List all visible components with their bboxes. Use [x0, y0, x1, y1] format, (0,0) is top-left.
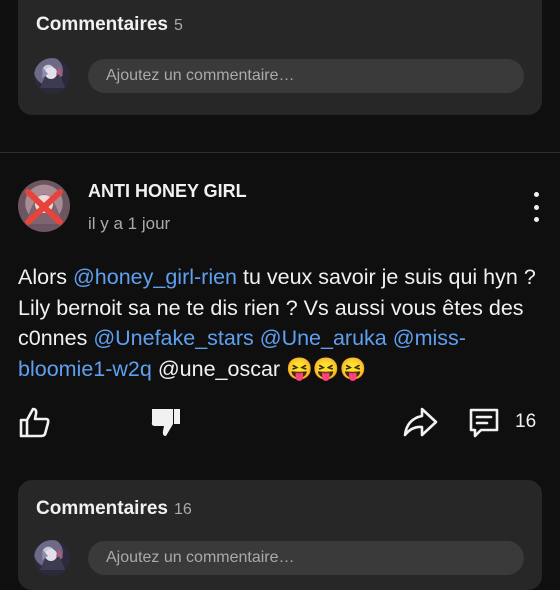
mention-link[interactable]: @Unefake_stars: [93, 326, 253, 350]
comments-card-bottom[interactable]: Commentaires 16 Ajoutez un commentaire…: [18, 480, 542, 590]
thumb-down-icon: [151, 409, 180, 436]
section-divider: [0, 152, 560, 153]
author-avatar[interactable]: [18, 180, 70, 232]
comments-card-top[interactable]: Commentaires 5 Ajoutez un commentaire…: [18, 0, 542, 115]
share-button[interactable]: [402, 405, 438, 439]
comment-icon: [469, 408, 499, 438]
comment-input[interactable]: Ajoutez un commentaire…: [88, 59, 524, 93]
post-timestamp: il y a 1 jour: [88, 214, 171, 233]
post-body: Alors @honey_girl-rien tu veux savoir je…: [18, 262, 548, 384]
comments-title: Commentaires: [36, 14, 168, 35]
comment-count: 16: [515, 411, 537, 432]
mention-link[interactable]: @honey_girl-rien: [73, 265, 237, 289]
user-avatar: [34, 58, 70, 94]
comments-header: Commentaires 5: [36, 14, 183, 36]
post-text-segment: @une_oscar 😝😝😝: [151, 356, 367, 381]
dislike-button[interactable]: [148, 405, 182, 439]
share-icon: [403, 407, 438, 437]
more-vert-icon[interactable]: [524, 192, 548, 222]
thumb-up-icon: [19, 407, 50, 438]
comments-header: Commentaires 16: [36, 498, 192, 520]
comments-title: Commentaires: [36, 498, 168, 519]
user-avatar: [34, 540, 70, 576]
comments-button[interactable]: 16: [467, 405, 536, 439]
comments-count: 16: [174, 501, 192, 518]
mention-link[interactable]: @Une_aruka: [260, 326, 387, 350]
post-text-segment: Alors: [18, 265, 73, 289]
comments-count: 5: [174, 17, 183, 34]
action-bar: 16: [0, 405, 560, 451]
comment-input[interactable]: Ajoutez un commentaire…: [88, 541, 524, 575]
author-name[interactable]: ANTI HONEY GIRL: [88, 181, 247, 202]
like-button[interactable]: [18, 405, 52, 439]
